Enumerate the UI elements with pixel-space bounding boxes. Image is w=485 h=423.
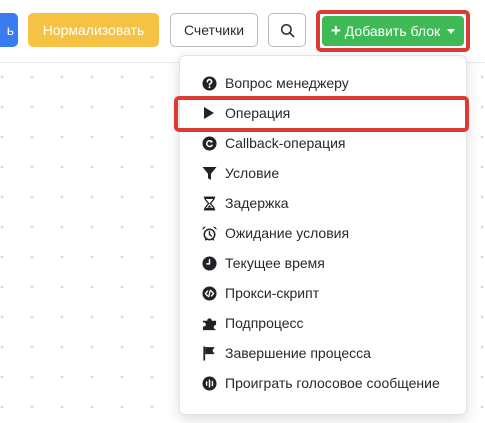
menu-item-delay[interactable]: Задержка: [180, 188, 466, 218]
menu-item-label: Подпроцесс: [225, 315, 304, 331]
hourglass-icon: [201, 195, 217, 211]
clock-icon: [201, 255, 217, 271]
counters-button[interactable]: Счетчики: [170, 13, 258, 47]
menu-item-callback-operation[interactable]: Callback-операция: [180, 128, 466, 158]
callback-icon: [201, 135, 217, 151]
menu-item-label: Текущее время: [225, 255, 325, 271]
menu-item-label: Условие: [225, 165, 280, 181]
menu-item-label: Вопрос менеджеру: [225, 75, 349, 91]
menu-item-end-process[interactable]: Завершение процесса: [180, 338, 466, 368]
menu-item-play-voice-message[interactable]: Проиграть голосовое сообщение: [180, 368, 466, 398]
normalize-button-label: Нормализовать: [42, 22, 145, 38]
menu-item-current-time[interactable]: Текущее время: [180, 248, 466, 278]
cut-off-blue-button[interactable]: ь: [0, 13, 18, 47]
operation-highlight: [174, 96, 469, 132]
menu-item-proxy-script[interactable]: Прокси-скрипт: [180, 278, 466, 308]
menu-item-label: Завершение процесса: [225, 345, 371, 361]
toolbar: ь Нормализовать Счетчики + Добавить блок: [0, 0, 485, 63]
question-circle-icon: [201, 75, 217, 91]
menu-item-label: Прокси-скрипт: [225, 285, 320, 301]
search-button[interactable]: [268, 13, 306, 47]
menu-item-manager-question[interactable]: Вопрос менеджеру: [180, 68, 466, 98]
voice-message-icon: [201, 375, 217, 391]
search-icon: [280, 23, 294, 37]
flag-icon: [201, 345, 217, 361]
blue-button-label: ь: [6, 22, 14, 38]
menu-item-condition[interactable]: Условие: [180, 158, 466, 188]
menu-item-label: Ожидание условия: [225, 225, 350, 241]
add-block-highlight: [316, 10, 470, 52]
menu-item-label: Callback-операция: [225, 135, 346, 151]
counters-button-label: Счетчики: [183, 22, 245, 38]
menu-item-subprocess[interactable]: Подпроцесс: [180, 308, 466, 338]
normalize-button[interactable]: Нормализовать: [28, 13, 159, 47]
menu-item-wait-condition[interactable]: Ожидание условия: [180, 218, 466, 248]
menu-item-label: Проиграть голосовое сообщение: [225, 375, 440, 391]
code-icon: [201, 285, 217, 301]
alarm-clock-icon: [201, 225, 217, 241]
filter-icon: [201, 165, 217, 181]
puzzle-icon: [201, 315, 217, 331]
menu-item-label: Задержка: [225, 195, 289, 211]
